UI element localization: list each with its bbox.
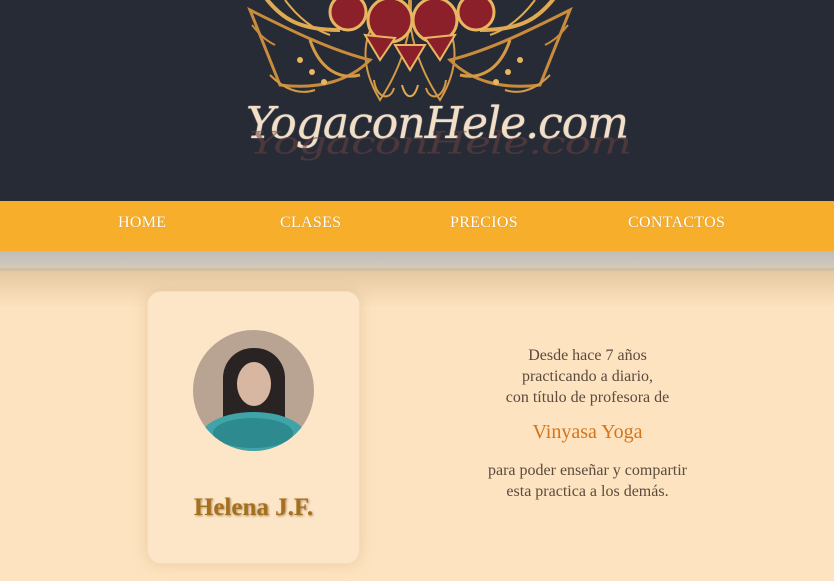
bio-line: practicando a diario, bbox=[521, 368, 654, 385]
profile-name: Helena J.F. bbox=[193, 494, 314, 521]
bio-line: esta practica a los demás. bbox=[506, 483, 669, 500]
nav-item-contactos[interactable]: CONTACTOS bbox=[628, 214, 725, 232]
nav-item-home[interactable]: HOME bbox=[118, 214, 166, 232]
profile-card: Helena J.F. bbox=[147, 291, 360, 564]
main-nav: HOME CLASES PRECIOS CONTACTOS bbox=[0, 201, 834, 251]
bio-line: Desde hace 7 años bbox=[528, 347, 647, 364]
brand-name-reflection: YogaconHele.com bbox=[249, 125, 632, 162]
bio-section: Desde hace 7 años practicando a diario, … bbox=[440, 345, 735, 502]
bio-line: para poder enseñar y compartir bbox=[487, 462, 687, 479]
nav-item-clases[interactable]: CLASES bbox=[280, 214, 341, 232]
bio-line: con título de profesora de bbox=[505, 389, 670, 406]
content-top-shadow bbox=[0, 268, 834, 308]
bio-highlight: Vinyasa Yoga bbox=[532, 421, 643, 443]
avatar bbox=[193, 330, 314, 451]
nav-item-precios[interactable]: PRECIOS bbox=[450, 214, 518, 232]
brand-logo[interactable]: YogaconHele.com YogaconHele.com bbox=[246, 98, 632, 188]
site-header: YogaconHele.com YogaconHele.com bbox=[0, 0, 834, 201]
